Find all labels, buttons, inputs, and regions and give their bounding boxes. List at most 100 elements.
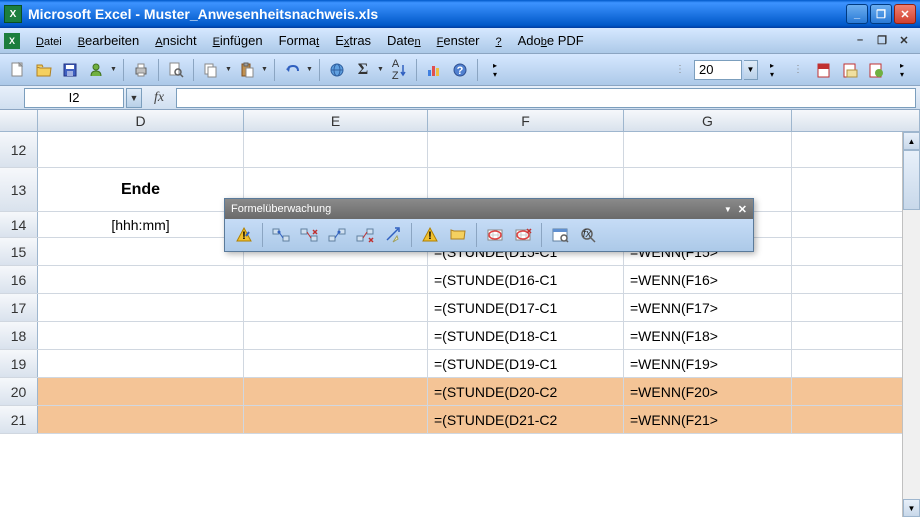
cell-rest-12[interactable] (792, 132, 920, 167)
circle-invalid-data-button[interactable] (482, 222, 508, 248)
menu-adobe-pdf[interactable]: Adobe PDF (510, 29, 592, 52)
remove-all-arrows-button[interactable] (380, 222, 406, 248)
cell-rest-18[interactable] (792, 322, 920, 349)
format-toolbar-options[interactable]: ▸▾ (760, 58, 784, 82)
mdi-minimize-button[interactable]: – (852, 34, 868, 48)
excel-doc-icon[interactable]: X (4, 33, 20, 49)
cell-rest-16[interactable] (792, 266, 920, 293)
cell-G21[interactable]: =WENN(F21> (624, 406, 792, 433)
cell-D16[interactable] (38, 266, 244, 293)
menu-daten[interactable]: Daten (379, 29, 429, 52)
paste-button[interactable] (235, 58, 259, 82)
cell-E21[interactable] (244, 406, 428, 433)
row-header-13[interactable]: 13 (0, 168, 38, 211)
cell-E17[interactable] (244, 294, 428, 321)
col-header-G[interactable]: G (624, 110, 792, 131)
menu-extras[interactable]: Extras (327, 29, 379, 52)
pdf-convert-button[interactable] (812, 58, 836, 82)
autosum-dropdown[interactable]: ▼ (377, 66, 385, 73)
menu-fenster[interactable]: Fenster (429, 29, 488, 52)
scroll-down-button[interactable]: ▼ (903, 499, 920, 517)
cell-D17[interactable] (38, 294, 244, 321)
error-checking-button[interactable]: ! (231, 222, 257, 248)
cell-E19[interactable] (244, 350, 428, 377)
cell-D13[interactable]: Ende (38, 168, 244, 211)
col-header-rest[interactable] (792, 110, 920, 131)
menu-format[interactable]: Format (271, 29, 328, 52)
new-comment-button[interactable] (445, 222, 471, 248)
cell-D18[interactable] (38, 322, 244, 349)
mdi-close-button[interactable]: ✕ (896, 34, 912, 48)
cell-G12[interactable] (624, 132, 792, 167)
cell-G19[interactable]: =WENN(F19> (624, 350, 792, 377)
mdi-restore-button[interactable]: ❐ (874, 34, 890, 48)
cell-D15[interactable] (38, 238, 244, 265)
undo-dropdown[interactable]: ▼ (306, 66, 314, 73)
maximize-button[interactable]: ❐ (870, 4, 892, 24)
cell-rest-19[interactable] (792, 350, 920, 377)
trace-precedents-button[interactable] (268, 222, 294, 248)
print-button[interactable] (129, 58, 153, 82)
vertical-scrollbar[interactable]: ▲ ▼ (902, 132, 920, 517)
clear-validation-circles-button[interactable] (510, 222, 536, 248)
cell-D20[interactable] (38, 378, 244, 405)
print-preview-button[interactable] (164, 58, 188, 82)
remove-precedent-arrows-button[interactable] (296, 222, 322, 248)
cell-D21[interactable] (38, 406, 244, 433)
undo-button[interactable] (280, 58, 304, 82)
font-size-input[interactable]: 20 (694, 60, 742, 80)
row-header-18[interactable]: 18 (0, 322, 38, 349)
floating-toolbar-options-dropdown[interactable]: ▼ (724, 205, 732, 214)
cell-rest-21[interactable] (792, 406, 920, 433)
fx-label[interactable]: fx (154, 90, 164, 106)
name-box-dropdown[interactable]: ▼ (126, 88, 142, 108)
close-button[interactable]: ✕ (894, 4, 916, 24)
name-box[interactable]: I2 (24, 88, 124, 108)
floating-toolbar-close-button[interactable]: ✕ (738, 203, 747, 216)
cell-D14[interactable]: [hhh:mm] (38, 212, 244, 237)
cell-F16[interactable]: =(STUNDE(D16-C1 (428, 266, 624, 293)
evaluate-formula-button[interactable]: fx (575, 222, 601, 248)
hyperlink-button[interactable] (325, 58, 349, 82)
cell-D19[interactable] (38, 350, 244, 377)
cell-rest-15[interactable] (792, 238, 920, 265)
open-button[interactable] (32, 58, 56, 82)
cell-G18[interactable]: =WENN(F18> (624, 322, 792, 349)
copy-button[interactable] (199, 58, 223, 82)
remove-dependent-arrows-button[interactable] (352, 222, 378, 248)
cell-E16[interactable] (244, 266, 428, 293)
cell-G20[interactable]: =WENN(F20> (624, 378, 792, 405)
save-button[interactable] (58, 58, 82, 82)
scroll-up-button[interactable]: ▲ (903, 132, 920, 150)
cell-F20[interactable]: =(STUNDE(D20-C2 (428, 378, 624, 405)
cell-D12[interactable] (38, 132, 244, 167)
formula-auditing-toolbar[interactable]: Formelüberwachung ▼ ✕ ! ! fx (224, 198, 754, 252)
pdf-toolbar-options[interactable]: ▸▾ (890, 58, 914, 82)
cell-rest-20[interactable] (792, 378, 920, 405)
minimize-button[interactable]: _ (846, 4, 868, 24)
cell-E12[interactable] (244, 132, 428, 167)
row-header-16[interactable]: 16 (0, 266, 38, 293)
trace-error-button[interactable]: ! (417, 222, 443, 248)
help-button[interactable]: ? (448, 58, 472, 82)
col-header-D[interactable]: D (38, 110, 244, 131)
row-header-19[interactable]: 19 (0, 350, 38, 377)
row-header-20[interactable]: 20 (0, 378, 38, 405)
cell-E18[interactable] (244, 322, 428, 349)
cell-F12[interactable] (428, 132, 624, 167)
menu-einfuegen[interactable]: Einfügen (205, 29, 271, 52)
menu-ansicht[interactable]: Ansicht (147, 29, 204, 52)
permission-dropdown[interactable]: ▼ (110, 66, 118, 73)
row-header-21[interactable]: 21 (0, 406, 38, 433)
menu-help[interactable]: ? (488, 29, 510, 52)
show-watch-window-button[interactable] (547, 222, 573, 248)
cell-F17[interactable]: =(STUNDE(D17-C1 (428, 294, 624, 321)
row-header-12[interactable]: 12 (0, 132, 38, 167)
row-header-15[interactable]: 15 (0, 238, 38, 265)
toolbar-options-button[interactable]: ▸▾ (483, 58, 507, 82)
trace-dependents-button[interactable] (324, 222, 350, 248)
chart-button[interactable] (422, 58, 446, 82)
scroll-thumb[interactable] (903, 150, 920, 210)
formula-input[interactable] (176, 88, 916, 108)
cell-rest-17[interactable] (792, 294, 920, 321)
